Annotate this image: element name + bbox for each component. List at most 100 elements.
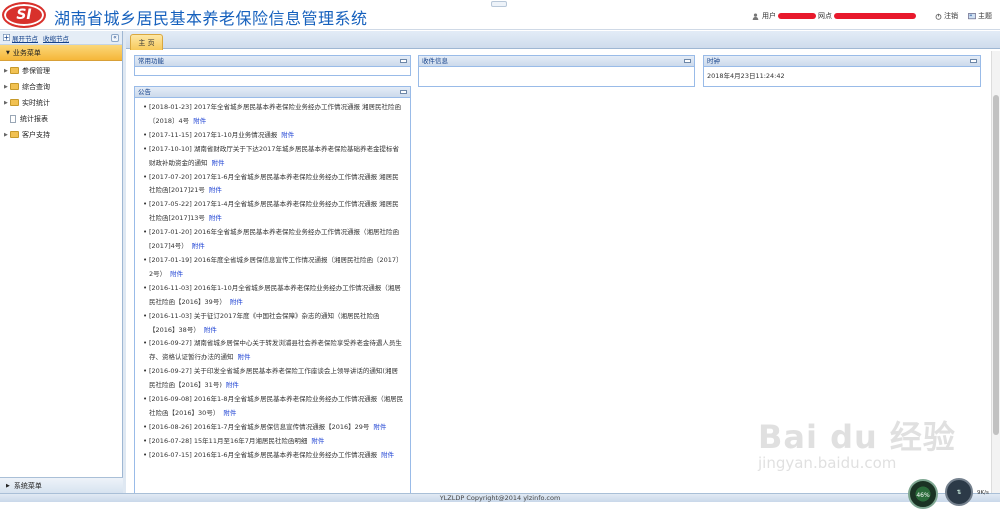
- attachment-link[interactable]: 附件: [311, 437, 324, 445]
- notice-text: [2016-08-26] 2016年1-7月全省城乡居保信息宣传情况通报【201…: [149, 422, 370, 431]
- system-menu-header[interactable]: ▶ 系统菜单: [0, 477, 123, 493]
- notice-text: [2017-11-15] 2017年1-10月业务情况通报: [149, 130, 278, 139]
- notice-item[interactable]: [2016-11-03] 2016年1-10月全省城乡居民基本养老保险业务经办工…: [143, 282, 404, 310]
- panel-header: 常用功能: [135, 56, 410, 67]
- notice-item[interactable]: [2016-08-26] 2016年1-7月全省城乡居保信息宣传情况通报【201…: [143, 421, 404, 435]
- attachment-link[interactable]: 附件: [223, 409, 236, 417]
- attachment-link[interactable]: 附件: [209, 186, 222, 194]
- scrollbar[interactable]: [991, 51, 1000, 493]
- common-functions-panel: 常用功能: [134, 55, 411, 76]
- collapse-sidebar-button[interactable]: «: [111, 34, 119, 42]
- notice-item[interactable]: [2016-07-15] 2016年1-6月全省城乡居民基本养老保险业务经办工作…: [143, 449, 404, 463]
- business-menu-label: 业务菜单: [12, 48, 41, 57]
- user-label: 用户: [762, 12, 776, 20]
- sidebar-toolbar: 展开节点 收缩节点 «: [0, 31, 122, 45]
- attachment-link[interactable]: 附件: [204, 326, 217, 334]
- business-menu-header[interactable]: ▼ 业务菜单: [0, 45, 122, 61]
- notice-item[interactable]: [2017-07-20] 2017年1-6月全省城乡居民基本养老保险业务经办工作…: [143, 171, 404, 199]
- site-label: 网点: [818, 12, 832, 20]
- attachment-link[interactable]: 附件: [192, 242, 205, 250]
- notice-item[interactable]: [2016-09-27] 湖南省城乡居保中心关于转发浏浦县社会养老保险享受养老金…: [143, 337, 404, 365]
- panel-header: 收件信息: [419, 56, 694, 67]
- notice-item[interactable]: [2017-01-19] 2016年度全省城乡居保信息宣传工作情况通报（湘居民社…: [143, 254, 404, 282]
- logo-text: SI: [16, 7, 32, 23]
- attachment-link[interactable]: 附件: [281, 131, 294, 139]
- notice-text: [2018-01-23] 2017年全省城乡居民基本养老保险业务经办工作情况通报…: [149, 103, 402, 125]
- notice-text: [2017-07-20] 2017年1-6月全省城乡居民基本养老保险业务经办工作…: [149, 172, 399, 195]
- logo: SI: [2, 2, 46, 28]
- app-title: 湖南省城乡居民基本养老保险信息管理系统: [54, 9, 368, 28]
- sidebar-item-support[interactable]: ▶ 客户支持: [0, 128, 122, 141]
- minimize-icon[interactable]: [400, 90, 407, 94]
- sidebar-item-label: 统计报表: [20, 114, 48, 123]
- notice-text: [2016-11-03] 2016年1-10月全省城乡居民基本养老保险业务经办工…: [149, 283, 401, 306]
- notice-text: [2016-09-08] 2016年1-8月全省城乡居民基本养老保险业务经办工作…: [149, 395, 404, 417]
- panel-title: 常用功能: [138, 57, 164, 65]
- tab-home[interactable]: 主 页: [130, 34, 163, 50]
- sidebar-item-label: 实时统计: [22, 98, 50, 107]
- sidebar-item-reports[interactable]: 统计报表: [0, 112, 122, 125]
- minimize-icon[interactable]: [400, 59, 407, 63]
- sidebar: 展开节点 收缩节点 « ▼ 业务菜单 ▶ 参保管理 ▶ 综合查询 ▶ 实时统计 …: [0, 31, 123, 493]
- notice-item[interactable]: [2017-01-20] 2016年全省城乡居民基本养老保险业务经办工作情况通报…: [143, 226, 404, 254]
- network-widget[interactable]: 46% ⇅ 9K/s: [905, 476, 1000, 509]
- notice-item[interactable]: [2016-09-08] 2016年1-8月全省城乡居民基本养老保险业务经办工作…: [143, 393, 404, 421]
- attachment-link[interactable]: 附件: [193, 117, 206, 125]
- notice-item[interactable]: [2017-05-22] 2017年1-4月全省城乡居民基本养老保险业务经办工作…: [143, 198, 404, 226]
- notice-item[interactable]: [2018-01-23] 2017年全省城乡居民基本养老保险业务经办工作情况通报…: [143, 101, 404, 129]
- theme-label: 主题: [978, 12, 992, 20]
- minimize-icon[interactable]: [970, 59, 977, 63]
- notice-item[interactable]: [2016-07-28] 15年11月至16年7月湘居民社险函明细附件: [143, 435, 404, 449]
- attachment-link[interactable]: 附件: [230, 298, 243, 306]
- attachment-link[interactable]: 附件: [209, 214, 222, 222]
- notice-text: [2016-07-15] 2016年1-6月全省城乡居民基本养老保险业务经办工作…: [149, 450, 378, 459]
- attachment-link[interactable]: 附件: [170, 270, 183, 278]
- document-icon: [10, 114, 16, 123]
- attachment-link[interactable]: 附件: [226, 381, 239, 389]
- notice-item[interactable]: [2017-10-10] 湖南省财政厅关于下达2017年城乡居民基本养老保险基础…: [143, 143, 404, 171]
- folder-icon: [10, 131, 19, 138]
- attachment-link[interactable]: 附件: [373, 423, 386, 431]
- notice-text: [2017-05-22] 2017年1-4月全省城乡居民基本养老保险业务经办工作…: [149, 200, 399, 223]
- logout-button[interactable]: 注销: [935, 11, 958, 21]
- notice-text: [2017-01-20] 2016年全省城乡居民基本养老保险业务经办工作情况通报…: [149, 228, 399, 251]
- sidebar-item-label: 综合查询: [22, 82, 50, 91]
- panel-header: 时钟: [704, 56, 980, 67]
- user-info: 用户 网点: [752, 11, 918, 21]
- notice-text: [2016-09-27] 湖南省城乡居保中心关于转发浏浦县社会养老保险享受养老金…: [149, 339, 402, 362]
- expand-nodes-link[interactable]: 展开节点: [12, 33, 38, 43]
- chevron-right-icon: ▶: [6, 482, 10, 489]
- theme-icon: [968, 12, 976, 19]
- scrollbar-thumb[interactable]: [993, 95, 999, 435]
- panel-title: 收件信息: [422, 57, 448, 65]
- collapse-nodes-link[interactable]: 收缩节点: [43, 33, 69, 43]
- watermark-main: Bai du 经验: [758, 418, 956, 456]
- theme-button[interactable]: 主题: [968, 11, 992, 21]
- attachment-link[interactable]: 附件: [212, 159, 225, 167]
- notice-list: [2018-01-23] 2017年全省城乡居民基本养老保险业务经办工作情况通报…: [135, 98, 410, 463]
- redacted-site: [834, 13, 916, 19]
- sidebar-item-enrollment[interactable]: ▶ 参保管理: [0, 64, 122, 77]
- notice-text: [2017-01-19] 2016年度全省城乡居保信息宣传工作情况通报（湘居民社…: [149, 255, 403, 278]
- watermark: Bai du 经验 jingyan.baidu.com: [758, 412, 956, 472]
- clock-panel: 时钟 2018年4月23日11:24:42: [703, 55, 981, 87]
- notice-item[interactable]: [2016-11-03] 关于征订2017年度《中国社会保障》杂志的通知（湘居民…: [143, 310, 404, 338]
- attachment-link[interactable]: 附件: [238, 353, 251, 361]
- notice-item[interactable]: [2016-09-27] 关于印发全省城乡居民基本养老保险工作座谈会上领导讲话的…: [143, 365, 404, 393]
- sidebar-item-label: 参保管理: [22, 66, 50, 75]
- sidebar-item-realtime-stats[interactable]: ▶ 实时统计: [0, 96, 122, 109]
- footer: YLZLDP Copyright@2014 ylzinfo.com: [0, 493, 1000, 502]
- header-collapse-handle[interactable]: [491, 1, 507, 7]
- user-icon: [752, 12, 759, 20]
- watermark-sub: jingyan.baidu.com: [758, 454, 897, 472]
- system-menu-label: 系统菜单: [13, 481, 42, 490]
- attachment-link[interactable]: 附件: [381, 451, 394, 459]
- header-actions: 注销 主题: [935, 11, 992, 21]
- power-icon: [935, 13, 942, 20]
- panel-title: 公告: [138, 88, 151, 96]
- notice-item[interactable]: [2017-11-15] 2017年1-10月业务情况通报附件: [143, 129, 404, 143]
- chevron-down-icon: ▼: [6, 49, 10, 56]
- minimize-icon[interactable]: [684, 59, 691, 63]
- notice-text: [2016-11-03] 关于征订2017年度《中国社会保障》杂志的通知（湘居民…: [149, 311, 380, 334]
- sidebar-item-query[interactable]: ▶ 综合查询: [0, 80, 122, 93]
